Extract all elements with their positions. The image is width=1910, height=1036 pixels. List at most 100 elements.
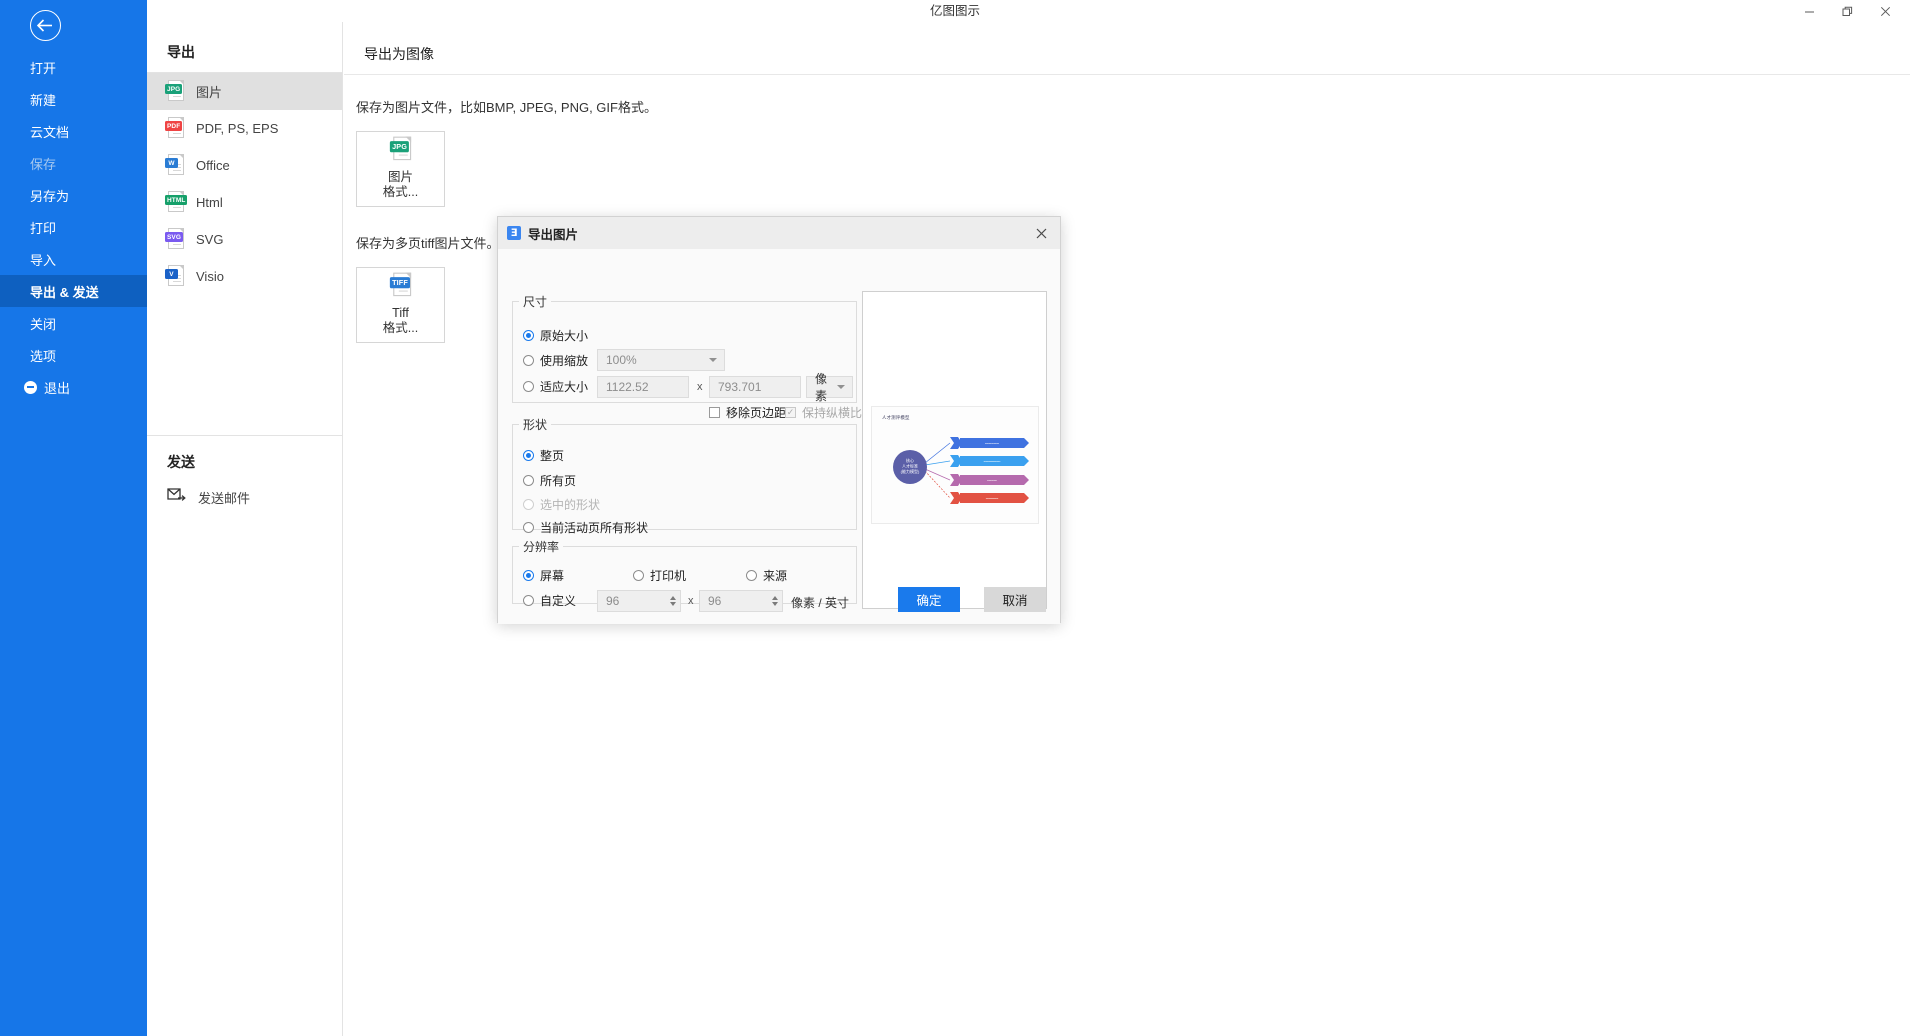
radio-use-scale[interactable]: 使用缩放 (523, 352, 588, 369)
chevron-down-icon (709, 358, 717, 362)
export-preview: 人才测评模型 核心 人才标准 (能力模型) ••••••••••••• ••••… (862, 291, 1047, 609)
radio-dot-icon (523, 381, 534, 392)
dialog-title: 导出图片 (528, 227, 579, 242)
radio-selected-shapes: 选中的形状 (523, 496, 600, 513)
format-item-svg[interactable]: SVG SVG (147, 221, 342, 258)
sidebar-item-label: 打印 (30, 220, 57, 236)
sidebar-item-print[interactable]: 打印 (0, 211, 147, 243)
radio-whole-page[interactable]: 整页 (523, 447, 564, 464)
radio-label: 当前活动页所有形状 (540, 521, 649, 535)
backstage-sidebar: 打开 新建 云文档 保存 另存为 打印 导入 导出 & 发送 关闭 选项 退出 (0, 0, 147, 1036)
sidebar-item-cloud[interactable]: 云文档 (0, 115, 147, 147)
format-item-label: PDF, PS, EPS (196, 121, 279, 136)
width-input[interactable]: 1122.52 (597, 376, 689, 398)
html-file-icon: HTML (165, 191, 188, 214)
back-arrow-icon[interactable] (30, 10, 61, 41)
send-item-email[interactable]: 发送邮件 (147, 480, 342, 514)
sidebar-item-exit[interactable]: 退出 (0, 371, 147, 403)
height-value: 793.701 (718, 380, 762, 394)
window-controls (1790, 0, 1904, 22)
radio-original-size[interactable]: 原始大小 (523, 327, 588, 344)
svg-text:•••••••••: ••••••••• (987, 478, 996, 482)
radio-dot-icon (523, 522, 534, 533)
export-heading: 导出 (167, 44, 195, 60)
image-export-description: 保存为图片文件，比如BMP, JPEG, PNG, GIF格式。 (356, 100, 657, 115)
radio-all-pages[interactable]: 所有页 (523, 472, 576, 489)
sidebar-item-close[interactable]: 关闭 (0, 307, 147, 339)
cancel-button[interactable]: 取消 (984, 587, 1046, 612)
tiff-format-card[interactable]: TIFF Tiff 格式... (356, 267, 445, 343)
width-value: 1122.52 (606, 380, 649, 394)
sidebar-item-options[interactable]: 选项 (0, 339, 147, 371)
sidebar-item-save: 保存 (0, 147, 147, 179)
window-title: 亿图图示 (929, 4, 980, 18)
svg-text:人才标准: 人才标准 (902, 463, 918, 469)
svg-text:••••••••••••: •••••••••••• (986, 496, 999, 500)
sidebar-item-label: 保存 (30, 156, 57, 172)
ok-button[interactable]: 确定 (898, 587, 960, 612)
scale-value: 100% (606, 353, 637, 367)
scale-select[interactable]: 100% (597, 349, 725, 371)
sidebar-item-label: 云文档 (30, 124, 70, 140)
page-title: 导出为图像 (364, 46, 434, 62)
radio-dot-icon (523, 499, 534, 510)
word-file-icon: W (165, 154, 184, 177)
format-item-visio[interactable]: V Visio (147, 258, 342, 295)
image-format-card[interactable]: JPG 图片 格式... (356, 131, 445, 207)
tiff-file-icon: TIFF (389, 272, 412, 299)
app-logo-icon: ⴺ (507, 226, 521, 240)
sidebar-item-label: 关闭 (30, 316, 57, 332)
restore-button[interactable] (1828, 0, 1866, 22)
sidebar-item-save-as[interactable]: 另存为 (0, 179, 147, 211)
image-card-line2: 格式... (382, 185, 419, 199)
jpg-file-icon: JPG (389, 136, 412, 163)
format-item-pdf[interactable]: PDF PDF, PS, EPS (147, 110, 342, 147)
svg-text:(能力模型): (能力模型) (901, 468, 920, 474)
close-button[interactable] (1866, 0, 1904, 22)
preview-diagram: 核心 人才标准 (能力模型) ••••••••••••• •••••••••••… (893, 437, 1029, 504)
chevron-down-icon (837, 385, 845, 389)
sidebar-item-open[interactable]: 打开 (0, 51, 147, 83)
dialog-footer: 确定 取消 (498, 576, 1060, 624)
svg-text:核心: 核心 (906, 457, 914, 463)
exit-icon (24, 380, 37, 394)
radio-active-page-shapes[interactable]: 当前活动页所有形状 (523, 519, 648, 536)
dialog-titlebar: ⴺ 导出图片 (498, 217, 1060, 249)
format-item-office[interactable]: W Office (147, 147, 342, 184)
radio-label: 整页 (540, 449, 565, 463)
format-item-label: Visio (196, 269, 224, 284)
sidebar-item-label: 另存为 (30, 188, 70, 204)
height-input[interactable]: 793.701 (709, 376, 801, 398)
backstage-menu: 打开 新建 云文档 保存 另存为 打印 导入 导出 & 发送 关闭 选项 退出 (0, 51, 147, 403)
format-item-html[interactable]: HTML Html (147, 184, 342, 221)
sidebar-item-label: 新建 (30, 92, 57, 108)
pdf-file-icon: PDF (165, 117, 184, 140)
radio-label: 适应大小 (540, 380, 589, 394)
sidebar-item-label: 导入 (30, 252, 57, 268)
size-group: 尺寸 原始大小 使用缩放 100% 适应大小 1122.52 x 793.701… (512, 293, 862, 420)
format-item-image[interactable]: JPG 图片 (147, 73, 342, 110)
svg-text:•••••••••••••: ••••••••••••• (985, 441, 999, 445)
image-card-line1: 图片 (387, 170, 413, 184)
mail-send-icon (167, 487, 186, 507)
minimize-button[interactable] (1790, 0, 1828, 22)
sidebar-item-label: 导出 & 发送 (30, 284, 99, 300)
dialog-body: 尺寸 原始大小 使用缩放 100% 适应大小 1122.52 x 793.701… (498, 249, 1060, 624)
sidebar-item-label: 选项 (30, 348, 57, 364)
export-column: 导出 JPG 图片 PDF PDF, PS, EPS W Office HTML… (147, 22, 343, 1036)
radio-label: 原始大小 (540, 329, 589, 343)
format-item-label: Office (196, 158, 230, 173)
sidebar-item-import[interactable]: 导入 (0, 243, 147, 275)
sidebar-item-export-send[interactable]: 导出 & 发送 (0, 275, 147, 307)
unit-select[interactable]: 像素 (806, 372, 853, 403)
format-item-label: 图片 (196, 85, 223, 100)
radio-label: 所有页 (540, 474, 577, 488)
format-item-label: SVG (196, 232, 224, 247)
dialog-close-icon[interactable] (1022, 217, 1060, 249)
radio-dot-icon (523, 450, 534, 461)
visio-file-icon: V (165, 265, 184, 288)
svg-file-icon: SVG (165, 228, 184, 251)
radio-fit-size[interactable]: 适应大小 (523, 378, 588, 395)
unit-value: 像素 (815, 372, 828, 403)
sidebar-item-new[interactable]: 新建 (0, 83, 147, 115)
